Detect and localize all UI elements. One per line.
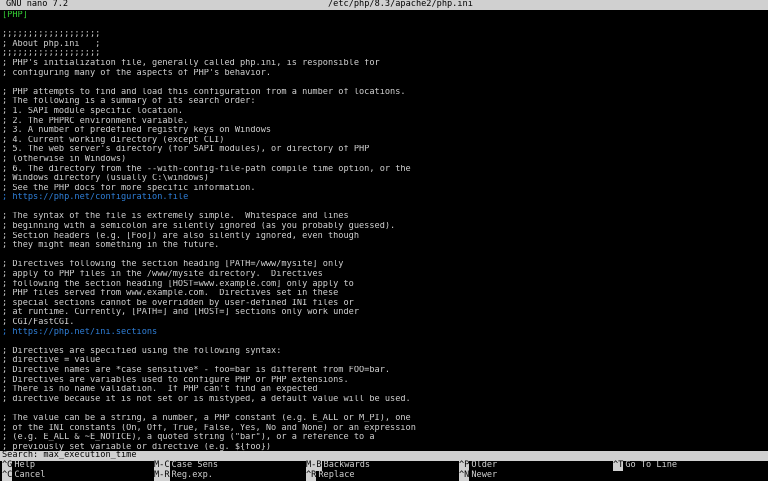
file-path: /etc/php/8.3/apache2/php.ini	[328, 0, 473, 9]
text-line[interactable]: ; (e.g. E_ALL & ~E_NOTICE), a quoted str…	[2, 433, 762, 443]
text-line[interactable]: ; Directive names are *case sensitive* -…	[2, 366, 762, 376]
text-line[interactable]: ; 2. The PHPRC environment variable.	[2, 117, 762, 127]
text-line[interactable]: ; 4. Current working directory (except C…	[2, 136, 762, 146]
shortcut-key: M-R	[154, 470, 170, 481]
app-name: GNU nano 7.2	[6, 0, 69, 9]
shortcut-label: Go To Line	[625, 460, 678, 470]
text-line[interactable]	[2, 337, 762, 347]
text-line[interactable]: ; CGI/FastCGI.	[2, 318, 762, 328]
text-line[interactable]: ; at runtime. Currently, [PATH=] and [HO…	[2, 308, 762, 318]
text-line[interactable]: ; (otherwise in Windows)	[2, 155, 762, 165]
text-line[interactable]: ; directive because it is not set or is …	[2, 395, 762, 405]
shortcut-key: ^R	[306, 470, 317, 481]
section-header-line[interactable]: [PHP]	[2, 11, 762, 21]
shortcut-go-to-line[interactable]: ^T Go To Line	[613, 460, 678, 471]
text-line[interactable]	[2, 404, 762, 414]
shortcut-label: Backwards	[323, 460, 371, 470]
shortcut-key: ^C	[2, 470, 13, 481]
shortcut-label: Newer	[471, 470, 498, 480]
shortcut-bar: ^G Help M-C Case Sens M-B Backwards ^P Older ^T G…	[0, 460, 768, 481]
text-line[interactable]: ; Section headers (e.g. [Foo]) are also …	[2, 232, 762, 242]
link-line[interactable]: ; https://php.net/configuration.file	[2, 193, 762, 203]
text-line[interactable]	[2, 203, 762, 213]
text-line[interactable]: ; configuring many of the aspects of PHP…	[2, 69, 762, 79]
shortcut-cancel[interactable]: ^C Cancel	[2, 470, 46, 481]
text-line[interactable]: ; 6. The directory from the --with-confi…	[2, 165, 762, 175]
shortcut-replace[interactable]: ^R Replace	[306, 470, 355, 481]
shortcut-label: Reg.exp.	[171, 470, 213, 480]
text-line[interactable]: ; The value can be a string, a number, a…	[2, 414, 762, 424]
text-line[interactable]: ;;;;;;;;;;;;;;;;;;;	[2, 49, 762, 59]
text-line[interactable]: ; following the section heading [HOST=ww…	[2, 280, 762, 290]
text-line[interactable]: ; they might mean something in the futur…	[2, 241, 762, 251]
text-line[interactable]: ; About php.ini ;	[2, 40, 762, 50]
text-line[interactable]: ; apply to PHP files in the /www/mysite …	[2, 270, 762, 280]
text-line[interactable]: ; directive = value	[2, 356, 762, 366]
text-line[interactable]: ; 5. The web server's directory (for SAP…	[2, 145, 762, 155]
shortcut-key: ^N	[459, 470, 470, 481]
text-line[interactable]: ; There is no name validation. If PHP ca…	[2, 385, 762, 395]
text-line[interactable]: ; Directives are variables used to confi…	[2, 376, 762, 386]
shortcut-label: Help	[14, 460, 36, 470]
shortcut-label: Replace	[318, 470, 355, 480]
text-line[interactable]	[2, 251, 762, 261]
shortcut-label: Older	[471, 460, 498, 470]
text-line[interactable]: ; special sections cannot be overridden …	[2, 299, 762, 309]
shortcut-newer[interactable]: ^N Newer	[459, 470, 498, 481]
text-line[interactable]: ; See the PHP docs for more specific inf…	[2, 184, 762, 194]
text-line[interactable]	[2, 21, 762, 31]
text-line[interactable]: ; of the INI constants (On, Off, True, F…	[2, 424, 762, 434]
text-line[interactable]: ; PHP files served from www.example.com.…	[2, 289, 762, 299]
text-line[interactable]: ; The syntax of the file is extremely si…	[2, 212, 762, 222]
shortcut-label: Case Sens	[171, 460, 219, 470]
shortcut-reg-exp[interactable]: M-R Reg.exp.	[154, 470, 213, 481]
editor-text-area[interactable]: [PHP];;;;;;;;;;;;;;;;;;;; About php.ini …	[2, 11, 762, 451]
link-line[interactable]: ; https://php.net/ini.sections	[2, 328, 762, 338]
text-line[interactable]: ; beginning with a semicolon are silentl…	[2, 222, 762, 232]
shortcut-key: ^T	[613, 460, 624, 471]
text-line[interactable]: ; The following is a summary of its sear…	[2, 97, 762, 107]
text-line[interactable]: ; Directives following the section headi…	[2, 260, 762, 270]
text-line[interactable]: ; PHP's initialization file, generally c…	[2, 59, 762, 69]
title-bar: GNU nano 7.2 /etc/php/8.3/apache2/php.in…	[0, 0, 768, 10]
text-line[interactable]: ; PHP attempts to find and load this con…	[2, 88, 762, 98]
shortcut-label: Cancel	[14, 470, 46, 480]
text-line[interactable]: ; Windows directory (usually C:\windows)	[2, 174, 762, 184]
text-line[interactable]: ; 3. A number of predefined registry key…	[2, 126, 762, 136]
text-line[interactable]: ; 1. SAPI module specific location.	[2, 107, 762, 117]
text-line[interactable]: ; Directives are specified using the fol…	[2, 347, 762, 357]
text-line[interactable]: ;;;;;;;;;;;;;;;;;;;	[2, 30, 762, 40]
text-line[interactable]	[2, 78, 762, 88]
